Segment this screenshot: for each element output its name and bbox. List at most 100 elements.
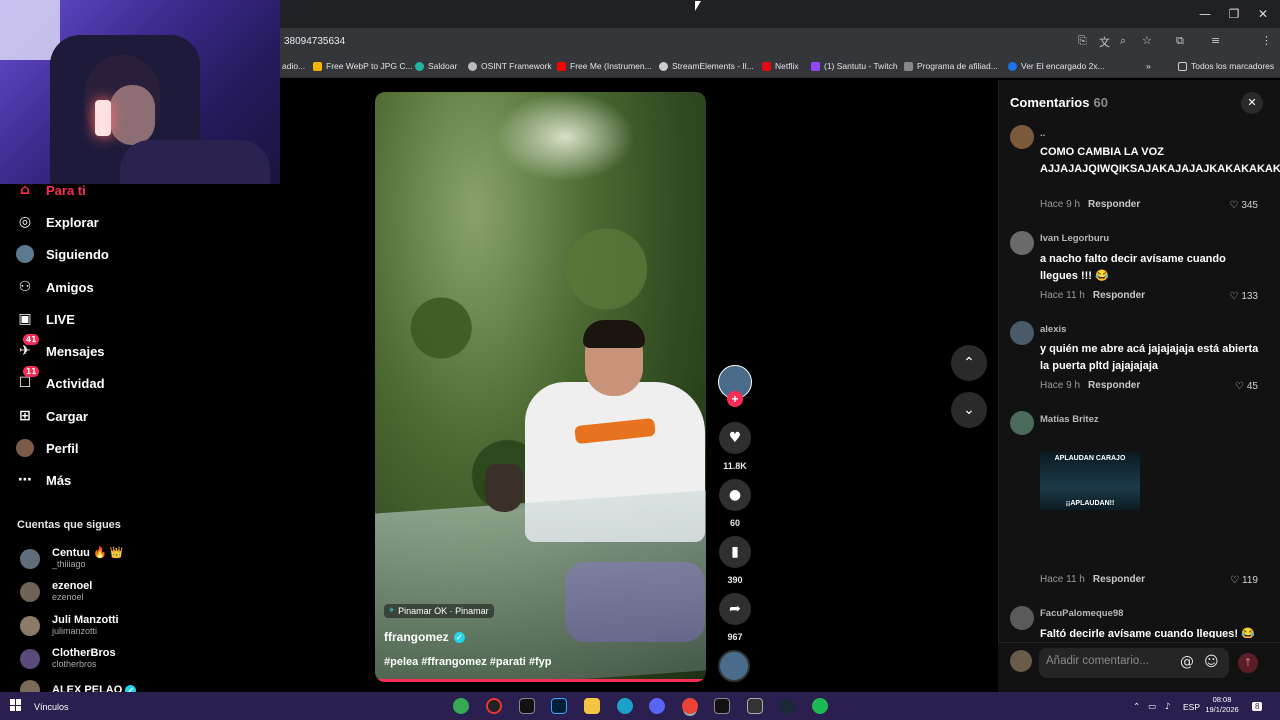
close-comments-button[interactable]: ✕ — [1241, 92, 1263, 114]
followed-account[interactable]: Juli Manzotti julimanzotti — [20, 614, 119, 637]
comment-gif[interactable]: APLAUDAN CARAJO ¡¡APLAUDAN!! — [1040, 452, 1140, 510]
video-author[interactable]: ffrangomez ✓ — [384, 630, 465, 644]
sidebar-item-mas[interactable]: ⋯ Más — [16, 471, 71, 489]
emoji-icon[interactable]: ☺ — [1204, 654, 1219, 670]
comment-likes[interactable]: ♡ 45 — [1210, 381, 1258, 392]
discord-app-icon[interactable] — [649, 698, 665, 714]
bookmark-item[interactable]: adio... — [282, 61, 305, 71]
sidebar-item-para-ti[interactable]: ⌂ Para ti — [16, 181, 86, 199]
chrome-app-icon[interactable] — [453, 698, 469, 714]
send-comment-button[interactable]: ↑ — [1238, 653, 1258, 673]
comment-user[interactable]: Ivan Legorburu — [1040, 233, 1109, 244]
avatar[interactable] — [1010, 231, 1034, 255]
bookmark-item[interactable]: Netflix — [762, 61, 799, 71]
bookmarks-overflow-icon[interactable]: » — [1146, 61, 1151, 71]
taskbar-links-label[interactable]: Vínculos — [34, 702, 69, 712]
save-button[interactable]: ▮ — [719, 536, 751, 568]
comment-user[interactable]: Matias Britez — [1040, 414, 1099, 425]
avatar[interactable] — [1010, 321, 1034, 345]
translate-icon[interactable]: 文 — [1099, 34, 1110, 50]
sidebar-item-siguiendo[interactable]: Siguiendo — [16, 245, 109, 263]
zoom-icon[interactable]: ⌕ — [1120, 34, 1126, 48]
bookmark-item[interactable]: Free WebP to JPG C... — [313, 61, 413, 71]
sidebar-item-perfil[interactable]: Perfil — [16, 439, 79, 457]
save-count: 390 — [727, 575, 743, 585]
next-video-button[interactable]: ⌄ — [951, 392, 987, 428]
reply-button[interactable]: Responder — [1088, 199, 1140, 210]
comment-user[interactable]: FacuPalomeque98 — [1040, 608, 1123, 619]
followed-account[interactable]: Centuu 🔥 👑 _thiiiago — [20, 547, 123, 570]
edge-app-icon[interactable] — [617, 698, 633, 714]
sidebar-item-mensajes[interactable]: ✈ 41 Mensajes — [16, 334, 105, 360]
sidebar-item-amigos[interactable]: ⚇ Amigos — [16, 278, 94, 296]
media-icon[interactable]: ≡ — [1211, 34, 1220, 47]
sidebar-item-cargar[interactable]: ⊞ Cargar — [16, 407, 88, 425]
bookmark-item[interactable]: StreamElements - Il... — [659, 61, 754, 71]
video-hashtags[interactable]: #pelea #ffrangomez #parati #fyp — [384, 656, 552, 668]
language-indicator[interactable]: ESP — [1183, 702, 1200, 712]
install-icon[interactable]: ⎘ — [1078, 34, 1087, 48]
reply-button[interactable]: Responder — [1088, 380, 1140, 391]
bookmark-icon: ▮ — [731, 544, 739, 560]
clock[interactable]: 08:08 19/1/2026 — [1203, 695, 1241, 715]
all-bookmarks-item[interactable]: Todos los marcadores — [1178, 61, 1274, 71]
location-tag[interactable]: ⌖ Pinamar OK · Pinamar — [384, 604, 494, 618]
reply-button[interactable]: Responder — [1093, 574, 1145, 585]
capcut-app-icon[interactable] — [519, 698, 535, 714]
followed-account[interactable]: ClotherBros clotherbros — [20, 647, 116, 670]
gif-caption-bottom: ¡¡APLAUDAN!! — [1065, 500, 1115, 507]
avatar[interactable] — [1010, 411, 1034, 435]
video-player[interactable] — [375, 92, 706, 682]
heart-outline-icon: ♡ — [1229, 291, 1239, 302]
bookmark-item[interactable]: Free Me (Instrumen... — [557, 61, 652, 71]
bookmark-item[interactable]: OSINT Framework — [468, 61, 552, 71]
comment-likes[interactable]: ♡ 119 — [1210, 575, 1258, 586]
notification-badge[interactable]: 8 — [1252, 702, 1263, 711]
comment-likes[interactable]: ♡ 133 — [1210, 291, 1258, 302]
tray-chevron-icon[interactable]: ⌃ — [1133, 702, 1140, 712]
obs-app-icon[interactable] — [486, 698, 502, 714]
sidebar-item-actividad[interactable]: ☐ 11 Actividad — [16, 366, 105, 392]
minimize-icon[interactable]: — — [1196, 6, 1214, 22]
comment-likes[interactable]: ♡ 345 — [1210, 200, 1258, 211]
previous-video-button[interactable]: ⌃ — [951, 345, 987, 381]
capcut-app-icon-2[interactable] — [714, 698, 730, 714]
bookmark-item[interactable]: Programa de afiliad... — [904, 61, 998, 71]
avatar — [20, 548, 40, 569]
follow-plus-icon[interactable]: + — [727, 391, 743, 407]
bookmark-item[interactable]: (1) Santutu - Twitch — [811, 61, 898, 71]
music-disc-icon[interactable] — [718, 650, 750, 682]
spotify-app-icon[interactable] — [812, 698, 828, 714]
microphone-icon[interactable]: ♪ — [1165, 702, 1170, 712]
share-button[interactable]: ➦ — [719, 593, 751, 625]
chrome-active-app-icon[interactable] — [682, 698, 698, 714]
restore-icon[interactable]: ❐ — [1225, 6, 1243, 22]
bookmark-star-icon[interactable]: ☆ — [1142, 34, 1152, 47]
mouse-cursor — [695, 1, 701, 11]
reply-button[interactable]: Responder — [1093, 290, 1145, 301]
extensions-icon[interactable]: ⧉ — [1176, 34, 1184, 48]
followed-account[interactable]: ezenoel ezenoel — [20, 580, 92, 603]
video-progress-bar[interactable] — [375, 679, 706, 682]
url-text[interactable]: 38094735634 — [284, 36, 345, 47]
menu-kebab-icon[interactable]: ⋮ — [1261, 34, 1272, 47]
comment-user[interactable]: alexis — [1040, 324, 1066, 335]
epic-games-app-icon[interactable] — [747, 698, 763, 714]
file-explorer-icon[interactable] — [584, 698, 600, 714]
mention-icon[interactable]: @ — [1180, 654, 1194, 670]
close-window-icon[interactable]: ✕ — [1254, 6, 1272, 22]
sidebar-item-explorar[interactable]: ◎ Explorar — [16, 213, 99, 231]
comment-input[interactable] — [1046, 655, 1176, 667]
like-button[interactable]: ♥ — [719, 422, 751, 454]
comment-user[interactable]: .. — [1040, 128, 1045, 139]
bookmark-item[interactable]: Saldoar — [415, 61, 457, 71]
avatar[interactable] — [1010, 606, 1034, 630]
windows-start-icon[interactable] — [10, 699, 22, 711]
steam-app-icon[interactable] — [779, 698, 795, 714]
photoshop-app-icon[interactable] — [551, 698, 567, 714]
comment-button[interactable]: ● — [719, 479, 751, 511]
network-icon[interactable]: ▭ — [1148, 702, 1156, 712]
bookmark-item[interactable]: Ver El encargado 2x... — [1008, 61, 1105, 71]
avatar[interactable] — [1010, 125, 1034, 149]
sidebar-item-live[interactable]: ▣ LIVE — [16, 310, 75, 328]
